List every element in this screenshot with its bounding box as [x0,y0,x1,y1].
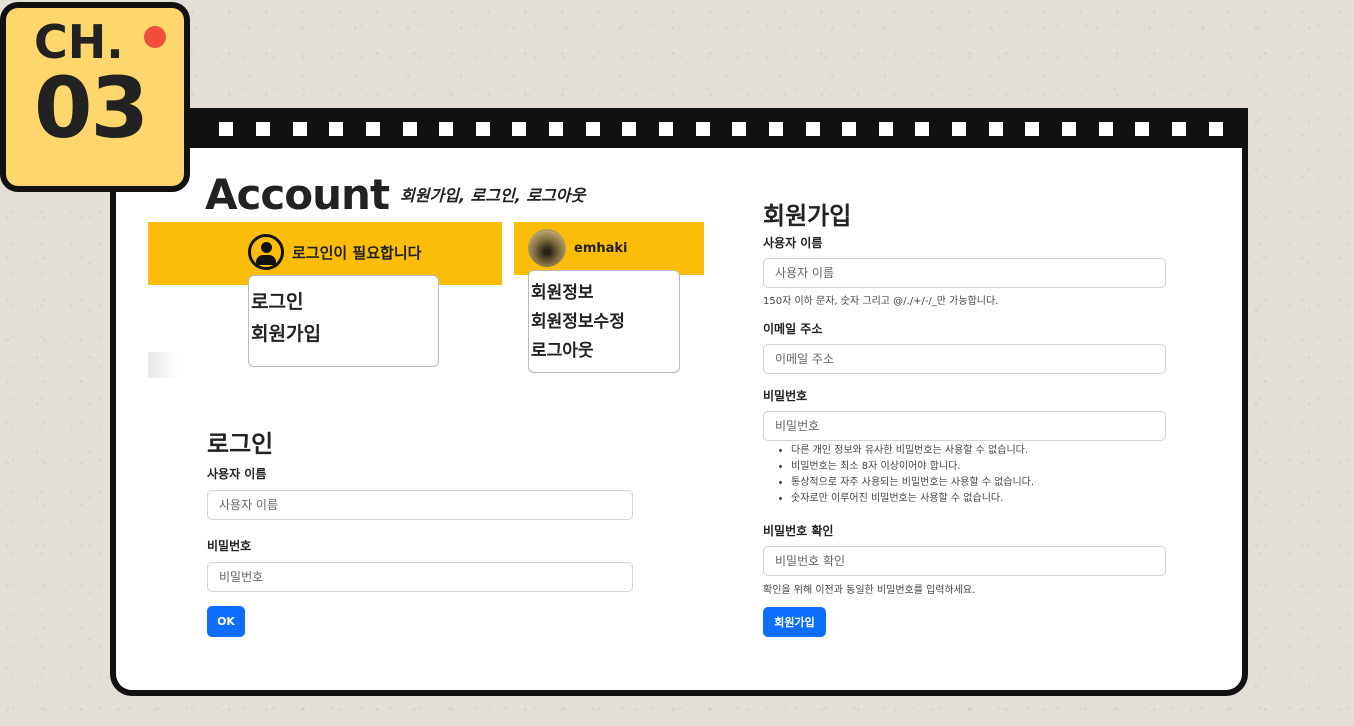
signup-password-input[interactable] [763,411,1166,441]
page-subtitle: 회원가입, 로그인, 로그아웃 [400,186,586,205]
login-ok-button[interactable]: OK [207,606,245,637]
password-rule: 비밀번호는 최소 8자 이상이어야 합니다. [791,459,1034,475]
login-title: 로그인 [207,430,274,458]
signup-password-confirm-help: 확인을 위해 이전과 동일한 비밀번호를 입력하세요. [763,585,976,596]
login-password-label: 비밀번호 [207,539,252,553]
dropdown-logged-in: 회원정보 회원정보수정 로그아웃 [528,270,680,373]
menu-item-login[interactable]: 로그인 [249,286,438,318]
login-password-input[interactable] [207,562,633,592]
avatar[interactable] [528,229,566,267]
signup-username-input[interactable] [763,258,1166,288]
signup-email-label: 이메일 주소 [763,322,823,336]
password-rule: 숫자로만 이루어진 비밀번호는 사용할 수 없습니다. [791,491,1034,507]
password-rule: 다른 개인 정보와 유사한 비밀번호는 사용할 수 없습니다. [791,443,1034,459]
signup-username-label: 사용자 이름 [763,236,823,250]
signup-username-help: 150자 이하 문자, 숫자 그리고 @/./+/-/_만 가능합니다. [763,296,999,307]
login-required-text: 로그인이 필요합니다 [292,243,422,262]
login-username-label: 사용자 이름 [207,467,267,481]
user-circle-icon [248,234,284,270]
dropdown-logged-out: 로그인 회원가입 [248,275,439,367]
menu-item-logout[interactable]: 로그아웃 [529,337,679,366]
red-dot-icon [144,26,166,48]
menu-item-edit-profile[interactable]: 회원정보수정 [529,308,679,337]
menu-item-signup[interactable]: 회원가입 [249,318,438,350]
signup-email-input[interactable] [763,344,1166,374]
password-rule: 통상적으로 자주 사용되는 비밀번호는 사용할 수 없습니다. [791,475,1034,491]
signup-submit-button[interactable]: 회원가입 [763,607,826,637]
login-username-input[interactable] [207,490,633,520]
username-text: emhaki [574,240,628,256]
menu-item-profile[interactable]: 회원정보 [529,279,679,308]
user-header[interactable]: emhaki [528,229,628,267]
signup-password-label: 비밀번호 [763,389,808,403]
chapter-badge: CH. 03 [0,2,190,192]
login-required-header: 로그인이 필요합니다 [248,234,421,270]
password-rules-list: 다른 개인 정보와 유사한 비밀번호는 사용할 수 없습니다. 비밀번호는 최소… [775,443,1034,507]
signup-title: 회원가입 [763,202,852,230]
film-strip [182,108,1248,150]
page-title: Account [205,170,390,219]
shadow-edge [148,352,178,378]
signup-password-confirm-label: 비밀번호 확인 [763,524,834,538]
chapter-number: 03 [34,59,149,157]
signup-password-confirm-input[interactable] [763,546,1166,576]
